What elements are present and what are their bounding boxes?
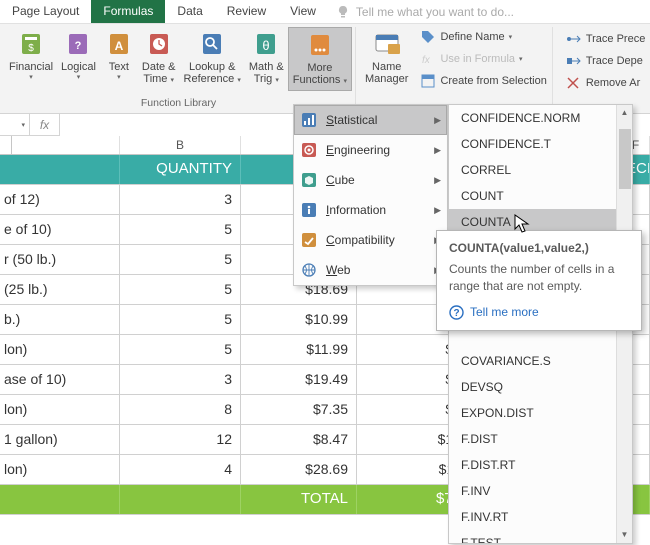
more-functions-icon xyxy=(305,30,335,60)
menu-cube[interactable]: Cube ▶ xyxy=(294,165,447,195)
svg-text:A: A xyxy=(115,39,124,53)
ribbon-tabs: Page Layout Formulas Data Review View Te… xyxy=(0,0,650,24)
svg-text:?: ? xyxy=(453,308,459,319)
web-icon xyxy=(300,261,318,279)
col-B[interactable]: B xyxy=(120,136,241,154)
math-trig-button[interactable]: θ Math & Trig ▾ xyxy=(245,27,288,91)
ribbon: $ Financial▾ ? Logical▾ A Text▾ Date & T… xyxy=(0,24,650,114)
svg-text:?: ? xyxy=(75,40,82,52)
fn-item[interactable]: COVARIANCE.S xyxy=(449,348,632,374)
name-manager-icon xyxy=(372,29,402,59)
menu-compatibility[interactable]: Compatibility ▶ xyxy=(294,225,447,255)
remove-arrows-button[interactable]: Remove Ar xyxy=(564,73,648,93)
date-time-button[interactable]: Date & Time ▾ xyxy=(138,27,180,91)
remove-arrows-icon xyxy=(566,75,582,91)
define-name-button[interactable]: Define Name ▾ xyxy=(418,27,548,47)
help-icon: ? xyxy=(449,305,464,320)
fn-item[interactable]: F.DIST xyxy=(449,426,632,452)
financial-button[interactable]: $ Financial▾ xyxy=(5,27,57,91)
financial-icon: $ xyxy=(16,29,46,59)
name-manager-button[interactable]: Name Manager xyxy=(361,27,412,91)
logical-icon: ? xyxy=(63,29,93,59)
function-tooltip: COUNTA(value1,value2,) Counts the number… xyxy=(436,230,642,331)
use-in-formula-button: fx Use in Formula ▾ xyxy=(418,49,548,69)
fn-item[interactable]: CONFIDENCE.NORM xyxy=(449,105,632,131)
fx-label[interactable]: fx xyxy=(30,114,60,136)
fn-item[interactable]: CORREL xyxy=(449,157,632,183)
name-box[interactable]: ▾ xyxy=(0,114,30,136)
tab-page-layout[interactable]: Page Layout xyxy=(0,0,91,23)
tab-data[interactable]: Data xyxy=(165,0,214,23)
tab-view[interactable]: View xyxy=(278,0,328,23)
fn-item[interactable]: DEVSQ xyxy=(449,374,632,400)
trace-precedents-icon xyxy=(566,31,582,47)
text-icon: A xyxy=(104,29,134,59)
trace-precedents-button[interactable]: Trace Prece xyxy=(564,29,648,49)
fn-item[interactable]: EXPON.DIST xyxy=(449,400,632,426)
svg-text:θ: θ xyxy=(263,38,270,53)
logical-button[interactable]: ? Logical▾ xyxy=(57,27,100,91)
menu-statistical[interactable]: Statistical ▶ xyxy=(294,105,447,135)
menu-web[interactable]: Web ▶ xyxy=(294,255,447,285)
tell-me-search[interactable]: Tell me what you want to do... xyxy=(336,0,514,23)
fn-item[interactable]: F.INV xyxy=(449,478,632,504)
svg-text:$: $ xyxy=(28,43,34,54)
theta-icon: θ xyxy=(251,29,281,59)
scroll-down-button[interactable]: ▼ xyxy=(617,527,632,543)
scroll-up-button[interactable]: ▲ xyxy=(617,105,632,121)
lookup-icon xyxy=(197,29,227,59)
tab-formulas[interactable]: Formulas xyxy=(91,0,165,23)
create-selection-icon xyxy=(420,73,436,89)
mouse-cursor-icon xyxy=(514,214,532,234)
information-icon xyxy=(300,201,318,219)
fn-item[interactable]: F.TEST xyxy=(449,530,632,543)
tab-review[interactable]: Review xyxy=(215,0,278,23)
cube-icon xyxy=(300,171,318,189)
fx-icon: fx xyxy=(420,51,436,67)
menu-engineering[interactable]: Engineering ▶ xyxy=(294,135,447,165)
menu-information[interactable]: Information ▶ xyxy=(294,195,447,225)
chevron-right-icon: ▶ xyxy=(434,115,441,126)
create-from-selection-button[interactable]: Create from Selection xyxy=(418,71,548,91)
fn-item[interactable]: CONFIDENCE.T xyxy=(449,131,632,157)
scroll-thumb[interactable] xyxy=(619,129,631,189)
tag-icon xyxy=(420,29,436,45)
clock-icon xyxy=(144,29,174,59)
function-library-label: Function Library xyxy=(141,97,216,113)
fn-item[interactable]: F.INV.RT xyxy=(449,504,632,530)
tooltip-title: COUNTA(value1,value2,) xyxy=(449,241,629,255)
fn-item[interactable]: F.DIST.RT xyxy=(449,452,632,478)
lookup-button[interactable]: Lookup & Reference ▾ xyxy=(180,27,245,91)
lightbulb-icon xyxy=(336,5,350,19)
tooltip-body: Counts the number of cells in a range th… xyxy=(449,261,629,295)
text-button[interactable]: A Text▾ xyxy=(100,27,138,91)
tell-me-more-link[interactable]: ? Tell me more xyxy=(449,305,629,320)
statistical-icon xyxy=(300,111,318,129)
fn-item[interactable]: COUNT xyxy=(449,183,632,209)
more-functions-menu: Statistical ▶ Engineering ▶ Cube ▶ Infor… xyxy=(293,104,448,286)
svg-text:fx: fx xyxy=(422,55,431,66)
trace-dependents-button[interactable]: Trace Depe xyxy=(564,51,648,71)
compatibility-icon xyxy=(300,231,318,249)
more-functions-button[interactable]: More Functions ▾ xyxy=(288,27,352,91)
engineering-icon xyxy=(300,141,318,159)
trace-dependents-icon xyxy=(566,53,582,69)
